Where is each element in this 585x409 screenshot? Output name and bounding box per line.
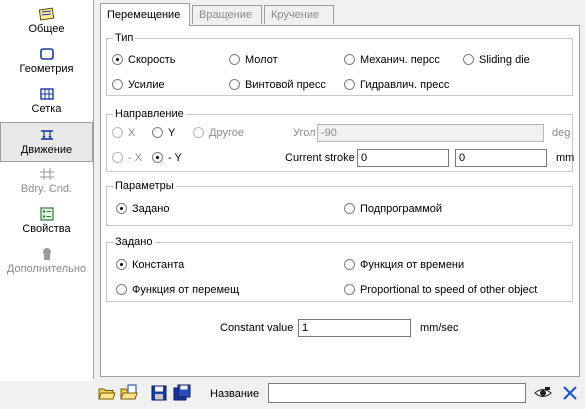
tab-rotation[interactable]: Вращение (192, 5, 262, 24)
radio-indicator (116, 284, 127, 295)
type-option-speed[interactable]: Скорость (112, 53, 176, 67)
params-option-given[interactable]: Задано (116, 202, 170, 216)
sidebar-item-label: Геометрия (19, 63, 74, 75)
sidebar-item-movement[interactable]: Движение (0, 122, 93, 162)
radio-indicator (229, 79, 240, 90)
save-as-button[interactable] (172, 383, 192, 403)
save-button[interactable] (149, 383, 169, 403)
movement-icon (40, 130, 53, 140)
stroke-unit: mm (556, 152, 575, 164)
given-option-displacement-function[interactable]: Функция от перемещ (116, 283, 239, 297)
sidebar-item-geometry[interactable]: Геометрия (0, 42, 93, 82)
mesh-icon (39, 88, 54, 100)
given-group: Задано Константа Функция от времени Функ… (106, 235, 573, 302)
save-disk-icon (151, 385, 167, 401)
type-option-hydraulic-press[interactable]: Гидравлич. пресс (344, 78, 449, 92)
direction-option-x[interactable]: X (112, 126, 135, 140)
radio-indicator (112, 79, 123, 90)
given-option-time-function[interactable]: Функция от времени (344, 258, 464, 272)
group-title: Направление (113, 107, 186, 121)
tab-translation[interactable]: Перемещение (100, 3, 190, 26)
angle-label: Угол (293, 127, 316, 139)
sidebar-item-label: Свойства (22, 223, 71, 235)
sidebar-item-general[interactable]: Общее (0, 2, 93, 42)
close-button[interactable] (560, 383, 580, 403)
save-as-icon (173, 384, 191, 401)
object-sidebar: Общее Геометрия Сетка Движение Bdry. Cnd… (0, 0, 94, 381)
sidebar-item-label: Движение (20, 144, 73, 156)
open-button[interactable] (97, 383, 117, 403)
group-title: Тип (113, 31, 136, 45)
sidebar-item-label: Сетка (31, 103, 62, 115)
current-stroke-label: Current stroke (285, 152, 355, 164)
current-stroke-field-2[interactable]: 0 (455, 149, 547, 167)
radio-indicator (229, 54, 240, 65)
radio-indicator (344, 203, 355, 214)
name-field[interactable] (268, 383, 526, 403)
constant-value-label: Constant value (220, 322, 294, 334)
boundary-conditions-icon (39, 168, 54, 180)
group-title: Параметры (113, 179, 176, 193)
sidebar-item-label: Общее (28, 23, 65, 35)
radio-indicator (152, 127, 163, 138)
radio-indicator (344, 54, 355, 65)
sidebar-item-mesh[interactable]: Сетка (0, 82, 93, 122)
type-option-hammer[interactable]: Молот (229, 53, 278, 67)
direction-option-y[interactable]: Y (152, 126, 175, 140)
sidebar-item-label: Дополнительно (6, 263, 87, 275)
advanced-icon (42, 248, 51, 260)
radio-indicator (344, 259, 355, 270)
open-folder-icon (98, 388, 116, 400)
radio-indicator (152, 152, 163, 163)
import-button[interactable] (119, 383, 139, 403)
angle-field[interactable]: -90 (317, 124, 544, 142)
direction-option-other[interactable]: Другое (193, 126, 244, 140)
radio-indicator (112, 127, 123, 138)
radio-indicator (344, 79, 355, 90)
radio-indicator (116, 203, 127, 214)
sidebar-item-label: Bdry. Cnd. (20, 183, 73, 195)
group-title: Задано (113, 235, 155, 249)
radio-indicator (112, 152, 123, 163)
general-icon (38, 7, 54, 21)
open-file-icon (120, 384, 138, 400)
view-button[interactable] (533, 383, 553, 403)
radio-indicator (344, 284, 355, 295)
given-option-proportional-speed[interactable]: Proportional to speed of other object (344, 283, 537, 297)
radio-indicator (116, 259, 127, 270)
sidebar-item-boundary-conditions[interactable]: Bdry. Cnd. (0, 162, 93, 202)
constant-value-unit: mm/sec (420, 322, 459, 334)
current-stroke-field-1[interactable]: 0 (357, 149, 449, 167)
sidebar-item-advanced[interactable]: Дополнительно (0, 242, 93, 282)
close-icon (563, 386, 577, 400)
radio-indicator (112, 54, 123, 65)
translation-panel: Тип Скорость Молот Механич. персс Slidin… (100, 25, 580, 377)
geometry-icon (39, 48, 54, 60)
name-label: Название (210, 388, 260, 400)
params-option-subroutine[interactable]: Подпрограммой (344, 202, 442, 216)
constant-value-field[interactable]: 1 (298, 319, 411, 337)
bottom-toolbar: Название (93, 379, 585, 409)
parameters-group: Параметры Задано Подпрограммой (106, 179, 573, 226)
type-option-force[interactable]: Усилие (112, 78, 165, 92)
tab-torsion[interactable]: Кручение (264, 5, 334, 24)
type-option-mechanical-press[interactable]: Механич. персс (344, 53, 440, 67)
sidebar-item-properties[interactable]: Свойства (0, 202, 93, 242)
direction-group: Направление X Y Другое - X - Y Угол -90 … (106, 107, 575, 172)
eye-icon (534, 387, 552, 397)
type-group: Тип Скорость Молот Механич. персс Slidin… (106, 31, 573, 96)
given-option-constant[interactable]: Константа (116, 258, 184, 272)
direction-option-minus-y[interactable]: - Y (152, 151, 182, 165)
radio-indicator (463, 54, 474, 65)
angle-unit: deg (552, 127, 571, 139)
direction-option-minus-x[interactable]: - X (112, 151, 142, 165)
properties-icon (39, 207, 54, 221)
type-option-screw-press[interactable]: Винтовой пресс (229, 78, 326, 92)
radio-indicator (193, 127, 204, 138)
type-option-sliding-die[interactable]: Sliding die (463, 53, 530, 67)
